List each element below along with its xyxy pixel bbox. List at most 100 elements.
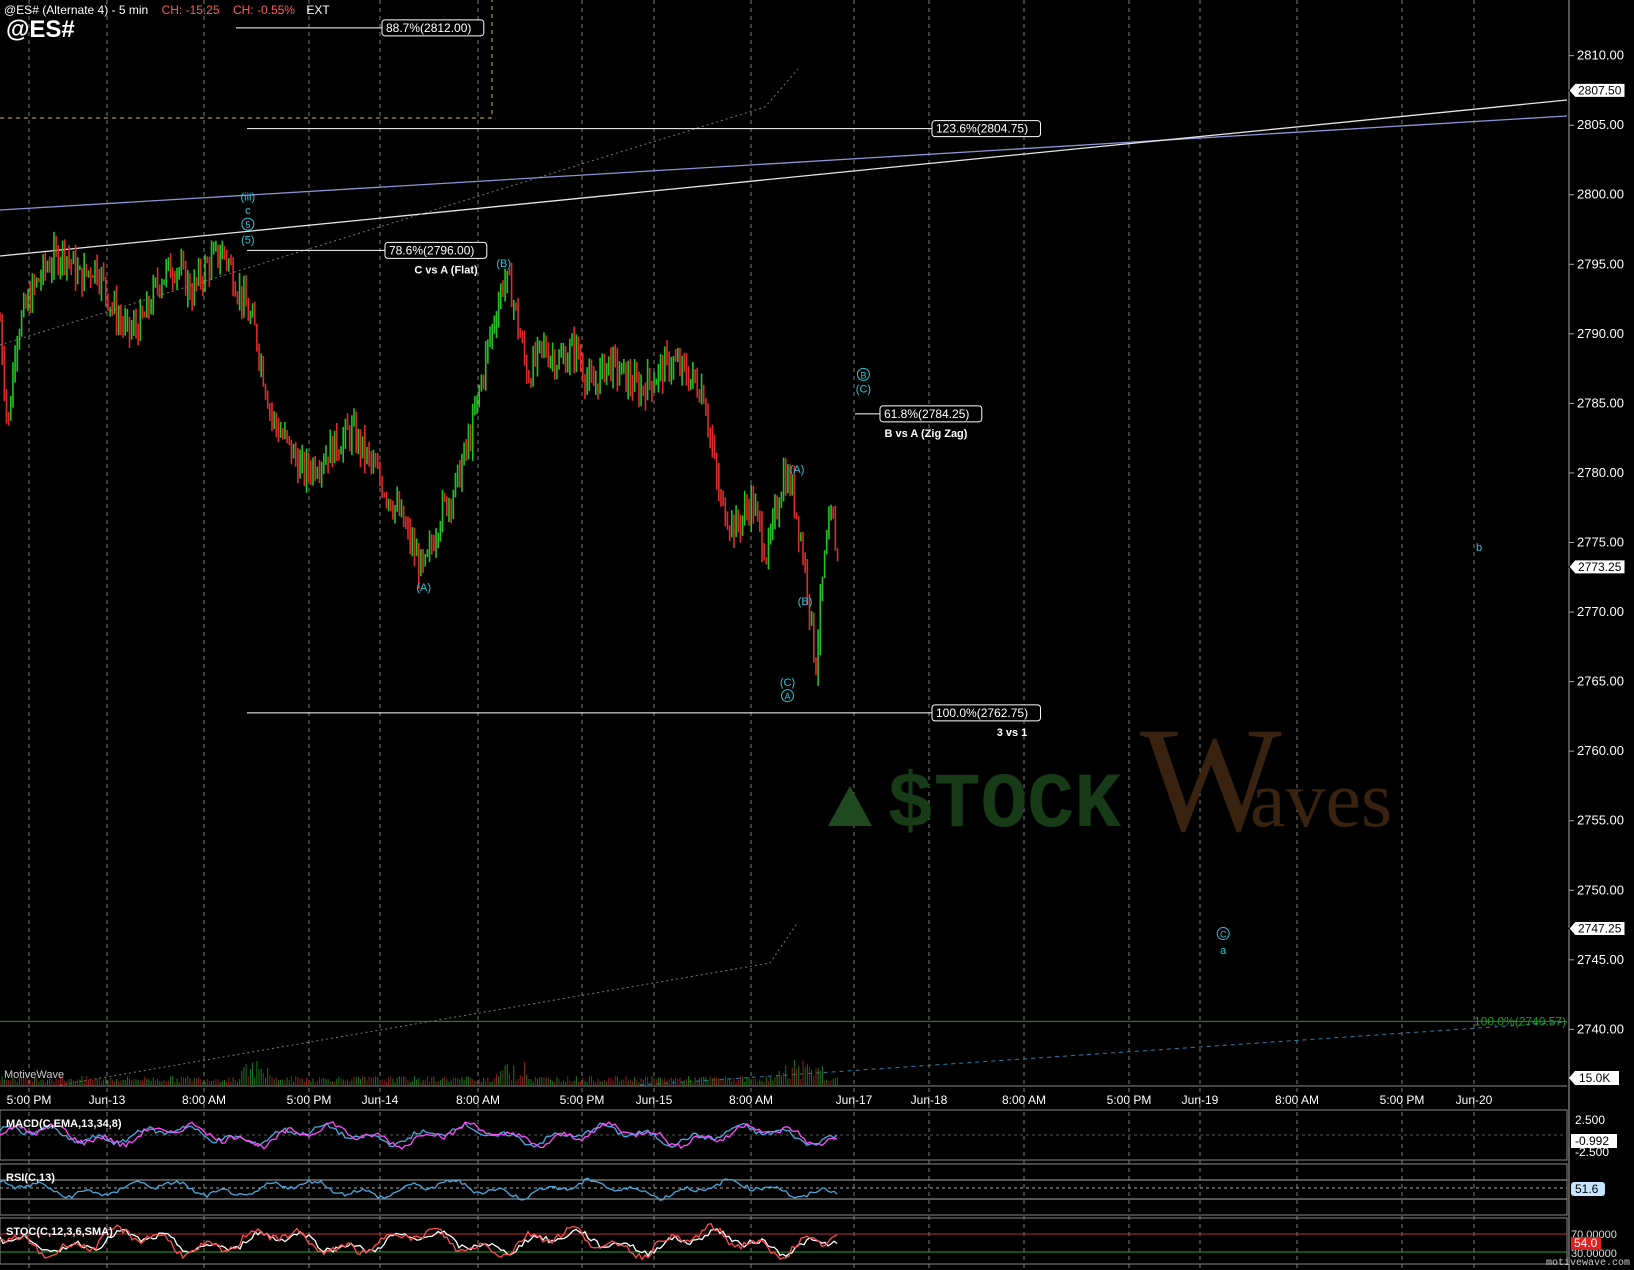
x-tick-label: Jun-19 — [1182, 1093, 1219, 1107]
wave-label: (B) — [496, 258, 511, 270]
watermark-stock: $TOCK — [887, 762, 1121, 850]
y-tick-label: 2750.00 — [1577, 882, 1624, 897]
fib-level-label: 78.6%(2796.00) — [389, 243, 474, 257]
wave-label: A — [780, 689, 794, 703]
wave-label: B — [856, 367, 870, 381]
wave-label-text: c — [245, 205, 251, 217]
x-tick-label: Jun-17 — [836, 1093, 873, 1107]
price-tag-label: 2747.25 — [1578, 922, 1622, 936]
y-tick-label: 2740.00 — [1577, 1021, 1624, 1036]
price-tag-label: 2773.25 — [1578, 560, 1622, 574]
fib-level-label: 61.8%(2784.25) — [884, 407, 969, 421]
macd-line — [0, 1120, 838, 1151]
macd-value-label: -0.992 — [1575, 1134, 1609, 1148]
macd-signal-line — [0, 1121, 838, 1149]
fib-level-label: 100.0%(2762.75) — [936, 706, 1028, 720]
wave-label-text: (5) — [241, 234, 254, 246]
volume-tag-label: 15.0K — [1579, 1071, 1610, 1085]
x-tick-label: 5:00 PM — [1380, 1093, 1425, 1107]
wave-label-text: (B) — [496, 258, 511, 270]
wave-label-text: a — [1220, 945, 1227, 957]
price-tag-label: 2807.50 — [1578, 83, 1622, 97]
x-tick-label: 8:00 AM — [456, 1093, 500, 1107]
symbol-label: @ES# — [6, 16, 75, 43]
wave-label-text: (A) — [790, 464, 805, 476]
stoch-k-line — [0, 1222, 838, 1261]
wave-label-text: (iii) — [241, 191, 256, 203]
price-tag: 2747.25 — [1568, 921, 1626, 937]
y-tick-label: 2805.00 — [1577, 117, 1624, 132]
x-tick-label: 8:00 AM — [1002, 1093, 1046, 1107]
x-tick-label: 5:00 PM — [7, 1093, 52, 1107]
macd-axis-top: 2.500 — [1575, 1113, 1605, 1127]
wave-label: (A) — [790, 464, 805, 476]
chart-title: @ES# (Alternate 4) - 5 min — [4, 3, 149, 17]
trend-line-white — [0, 99, 1568, 257]
wave-label-text: (C) — [856, 383, 871, 395]
wave-label-text: A — [784, 692, 790, 702]
x-tick-label: Jun-20 — [1456, 1093, 1493, 1107]
channel-line-blue — [0, 115, 1568, 211]
fib-level: 88.7%(2812.00) — [236, 19, 485, 37]
price-chart[interactable]: 5:00 PM Jun-13 8:00 AM 5:00 PM Jun-14 8:00 AM… — [0, 0, 1634, 1270]
change-percent: CH: -0.55% — [232, 3, 295, 17]
wave-label-text: B — [860, 370, 866, 380]
x-tick-label: 5:00 PM — [287, 1093, 332, 1107]
stoch-title: STOC(C,12,3,6,SMA) — [6, 1226, 113, 1238]
fib-level-note: C vs A (Flat) — [414, 264, 478, 276]
fib-level-note: B vs A (Zig Zag) — [885, 428, 968, 440]
y-tick-label: 2770.00 — [1577, 604, 1624, 619]
wave-label-text: b — [1476, 542, 1482, 554]
x-tick-label: Jun-14 — [362, 1093, 399, 1107]
y-tick-label: 2775.00 — [1577, 535, 1624, 550]
y-tick-label: 2790.00 — [1577, 326, 1624, 341]
wave-label: a — [1220, 945, 1227, 957]
indicator-panel-frame — [0, 1217, 1568, 1265]
y-tick-label: 2755.00 — [1577, 813, 1624, 828]
x-tick-label: 8:00 AM — [1275, 1093, 1319, 1107]
change-points: CH: -15.25 — [161, 3, 220, 17]
x-tick-label: Jun-13 — [89, 1093, 126, 1107]
x-tick-label: 8:00 AM — [182, 1093, 226, 1107]
fib-level-label: 88.7%(2812.00) — [386, 21, 471, 35]
wave-label: C — [1216, 927, 1230, 941]
wave-label-text: (B) — [798, 596, 813, 608]
fib-level-note: 3 vs 1 — [997, 727, 1028, 739]
rsi-value-label: 51.6 — [1575, 1182, 1599, 1196]
wave-label: (A) — [416, 582, 431, 594]
site-label: motivewave.com — [1545, 1258, 1630, 1269]
wave-label: (iii) — [241, 191, 256, 203]
y-tick-label: 2800.00 — [1577, 187, 1624, 202]
brand-label: MotiveWave — [4, 1069, 65, 1081]
watermark-triangle — [828, 786, 872, 826]
x-tick-label: 8:00 AM — [729, 1093, 773, 1107]
rsi-title: RSI(C,13) — [6, 1172, 55, 1184]
wave-label-text: C — [1220, 930, 1227, 940]
y-tick-label: 2795.00 — [1577, 256, 1624, 271]
chart-window: 5:00 PM Jun-13 8:00 AM 5:00 PM Jun-14 8:00 AM… — [0, 0, 1634, 1270]
fib-level: 123.6%(2804.75) — [247, 120, 1041, 138]
x-tick-label: 5:00 PM — [1107, 1093, 1152, 1107]
fib-level-label: 100.0%(2740.57) — [1474, 1014, 1566, 1028]
y-tick-label: 2745.00 — [1577, 952, 1624, 967]
price-tag: 2773.25 — [1568, 559, 1626, 575]
wave-label: b — [1476, 542, 1482, 554]
price-candles — [0, 231, 839, 686]
dotted-trend-upper — [0, 68, 799, 346]
x-tick-label: Jun-15 — [636, 1093, 673, 1107]
fib-level: 100.0%(2762.75) 3 vs 1 — [247, 704, 1041, 739]
y-tick-label: 2765.00 — [1577, 674, 1624, 689]
wave-label: (5) — [241, 234, 254, 246]
ext-label: EXT — [306, 3, 330, 17]
wave-label-text: (C) — [780, 677, 795, 689]
y-tick-label: 2780.00 — [1577, 465, 1624, 480]
macd-title: MACD(C,EMA,13,34,8) — [6, 1118, 122, 1130]
fib-level-label: 123.6%(2804.75) — [936, 122, 1028, 136]
fib-level: 100.0%(2740.57) — [0, 1014, 1567, 1028]
wave-label: 5 — [241, 217, 255, 231]
x-tick-label: Jun-18 — [911, 1093, 948, 1107]
fib-level: 61.8%(2784.25) B vs A (Zig Zag) — [855, 405, 983, 440]
wave-label: c — [245, 205, 251, 217]
dotted-trend-lower — [59, 921, 799, 1086]
volume-bars — [0, 1059, 839, 1085]
